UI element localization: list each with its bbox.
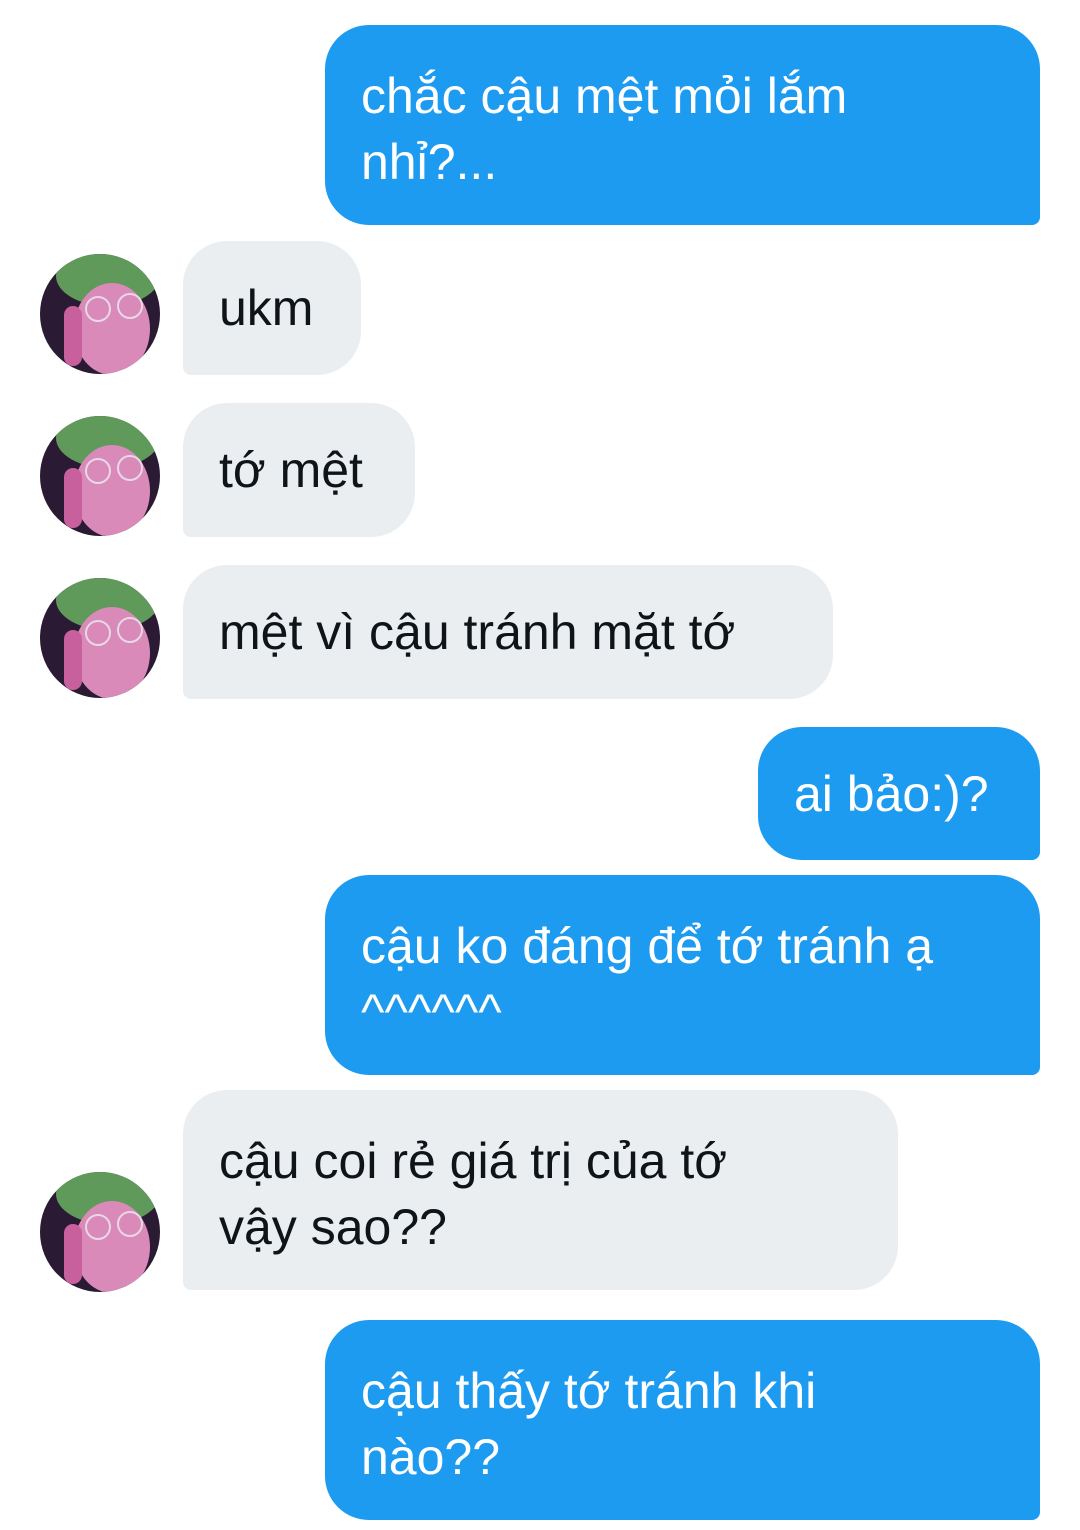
message-sent[interactable]: chắc cậu mệt mỏi lắm nhỉ?... xyxy=(325,25,1040,225)
person-avatar-icon xyxy=(40,254,160,374)
message-sent[interactable]: cậu thấy tớ tránh khi nào?? xyxy=(325,1320,1040,1520)
message-received[interactable]: ukm xyxy=(183,241,361,375)
contact-avatar[interactable] xyxy=(40,254,160,374)
person-avatar-icon xyxy=(40,416,160,536)
message-sent[interactable]: ai bảo:)? xyxy=(758,727,1040,860)
contact-avatar[interactable] xyxy=(40,416,160,536)
person-avatar-icon xyxy=(40,578,160,698)
message-received[interactable]: mệt vì cậu tránh mặt tớ xyxy=(183,565,833,699)
message-sent[interactable]: cậu ko đáng để tớ tránh ạ ^^^^^^ xyxy=(325,875,1040,1075)
contact-avatar[interactable] xyxy=(40,578,160,698)
person-avatar-icon xyxy=(40,1172,160,1292)
message-received[interactable]: tớ mệt xyxy=(183,403,415,537)
contact-avatar[interactable] xyxy=(40,1172,160,1292)
message-received[interactable]: cậu coi rẻ giá trị của tớ vậy sao?? xyxy=(183,1090,898,1290)
